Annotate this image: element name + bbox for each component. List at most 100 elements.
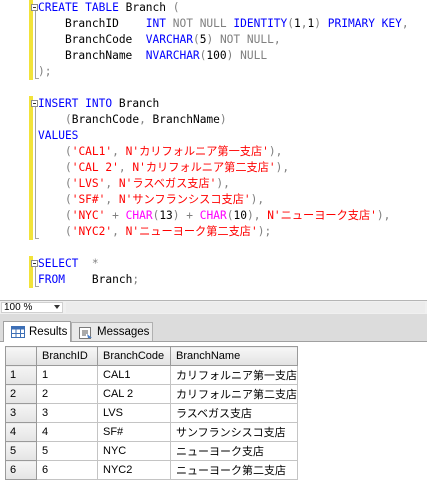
- cell-branchcode[interactable]: LVS: [97, 403, 171, 423]
- collapse-icon[interactable]: [31, 4, 38, 11]
- grid-corner[interactable]: [5, 346, 37, 366]
- code-token: N'ラスベガス支店': [118, 177, 217, 190]
- row-number[interactable]: 5: [5, 441, 37, 461]
- cell-branchid[interactable]: 1: [36, 365, 98, 385]
- code-token: ,: [273, 33, 281, 46]
- table-row[interactable]: 6 6 NYC2 ニューヨーク第二支店: [5, 460, 298, 480]
- code-line[interactable]: ('NYC' + CHAR(13) + CHAR(10), N'ニューヨーク支店…: [38, 208, 390, 224]
- results-grid[interactable]: BranchID BranchCode BranchName 1 1 CAL1 カリフ…: [5, 346, 298, 480]
- cell-branchcode[interactable]: CAL 2: [97, 384, 171, 404]
- code-token: 10: [233, 209, 247, 222]
- zoom-dropdown[interactable]: 100 %: [1, 302, 63, 313]
- cell-branchid[interactable]: 4: [36, 422, 98, 442]
- code-line[interactable]: INSERT INTO Branch: [38, 96, 159, 112]
- table-row[interactable]: 2 2 CAL 2 カリフォルニア第二支店: [5, 384, 298, 404]
- code-line[interactable]: ('SF#', N'サンフランシスコ支店'),: [38, 192, 264, 208]
- cell-branchcode[interactable]: SF#: [97, 422, 171, 442]
- code-token: N'カリフォルニア第二支店': [132, 161, 276, 174]
- tab-results[interactable]: Results: [3, 321, 71, 342]
- code-line[interactable]: ('NYC2', N'ニューヨーク第二支店');: [38, 224, 271, 240]
- column-header-branchcode[interactable]: BranchCode: [97, 346, 171, 366]
- code-token: +: [179, 209, 200, 222]
- code-token: Branch: [118, 1, 173, 14]
- code-token: (: [64, 177, 72, 190]
- code-token: 'NYC': [71, 209, 106, 222]
- code-line[interactable]: );: [38, 64, 51, 80]
- code-token: 'LVS': [71, 177, 106, 190]
- table-row[interactable]: 4 4 SF# サンフランシスコ支店: [5, 422, 298, 442]
- code-line[interactable]: SELECT *: [38, 256, 99, 272]
- row-number[interactable]: 4: [5, 422, 37, 442]
- column-header-branchname[interactable]: BranchName: [170, 346, 298, 366]
- code-line[interactable]: BranchName NVARCHAR(100) NULL: [38, 48, 267, 64]
- cell-branchid[interactable]: 3: [36, 403, 98, 423]
- code-token: INTO: [85, 97, 113, 110]
- code-token: ): [172, 209, 180, 222]
- code-token: ,: [118, 161, 126, 174]
- code-token: CHAR: [199, 209, 227, 222]
- code-line[interactable]: ('LVS', N'ラスベガス支店'),: [38, 176, 230, 192]
- cell-branchname[interactable]: ラスベガス支店: [170, 403, 298, 423]
- tab-messages[interactable]: Messages: [71, 322, 153, 341]
- cell-branchname[interactable]: ニューヨーク支店: [170, 441, 298, 461]
- collapse-icon[interactable]: [31, 260, 38, 267]
- collapse-icon[interactable]: [31, 100, 38, 107]
- code-token: 100: [206, 49, 227, 62]
- code-token: 'NYC2': [71, 225, 113, 238]
- cell-branchname[interactable]: サンフランシスコ支店: [170, 422, 298, 442]
- table-row[interactable]: 3 3 LVS ラスベガス支店: [5, 403, 298, 423]
- code-token: +: [105, 209, 126, 222]
- code-token: TABLE: [85, 1, 119, 14]
- outline-line: [35, 264, 36, 287]
- code-token: 'SF#': [71, 193, 106, 206]
- code-line[interactable]: (BranchCode, BranchName): [38, 112, 227, 128]
- row-number[interactable]: 2: [5, 384, 37, 404]
- cell-branchcode[interactable]: NYC2: [97, 460, 171, 480]
- code-token: NOT NULL: [219, 33, 274, 46]
- code-line[interactable]: ('CAL 2', N'カリフォルニア第二支店'),: [38, 160, 289, 176]
- row-number[interactable]: 6: [5, 460, 37, 480]
- code-line[interactable]: BranchCode VARCHAR(5) NOT NULL,: [38, 32, 281, 48]
- outline-line: [35, 8, 36, 79]
- table-row[interactable]: 5 5 NYC ニューヨーク支店: [5, 441, 298, 461]
- code-token: (: [172, 1, 180, 14]
- code-line[interactable]: BranchID INT NOT NULL IDENTITY(1,1) PRIM…: [38, 16, 409, 32]
- cell-branchname[interactable]: カリフォルニア第二支店: [170, 384, 298, 404]
- cell-branchcode[interactable]: NYC: [97, 441, 171, 461]
- query-editor[interactable]: CREATE TABLE Branch ( BranchID INT NOT N…: [0, 0, 427, 300]
- code-line[interactable]: VALUES: [38, 128, 78, 144]
- cell-branchid[interactable]: 5: [36, 441, 98, 461]
- code-token: CHAR: [125, 209, 153, 222]
- code-line[interactable]: CREATE TABLE Branch (: [38, 0, 180, 16]
- code-token: BranchName: [38, 49, 146, 62]
- code-line[interactable]: ('CAL1', N'カリフォルニア第一支店'),: [38, 144, 282, 160]
- code-token: IDENTITY: [233, 17, 288, 30]
- table-row[interactable]: 1 1 CAL1 カリフォルニア第一支店: [5, 365, 298, 385]
- cell-branchname[interactable]: ニューヨーク第二支店: [170, 460, 298, 480]
- code-token: INSERT: [38, 97, 79, 110]
- code-token: BranchName: [145, 113, 220, 126]
- code-token: );: [257, 225, 272, 238]
- cell-branchname[interactable]: カリフォルニア第一支店: [170, 365, 298, 385]
- code-line[interactable]: FROM Branch;: [38, 272, 139, 288]
- cell-branchid[interactable]: 6: [36, 460, 98, 480]
- code-token: N'カリフォルニア第一支店': [125, 145, 269, 158]
- cell-branchid[interactable]: 2: [36, 384, 98, 404]
- horizontal-scrollbar[interactable]: [66, 302, 425, 313]
- column-header-branchid[interactable]: BranchID: [36, 346, 98, 366]
- code-token: ),: [216, 177, 230, 190]
- code-token: (: [64, 145, 72, 158]
- cell-branchcode[interactable]: CAL1: [97, 365, 171, 385]
- chevron-down-icon[interactable]: [54, 305, 60, 309]
- row-number[interactable]: 3: [5, 403, 37, 423]
- code-token: ),: [246, 209, 261, 222]
- row-number[interactable]: 1: [5, 365, 37, 385]
